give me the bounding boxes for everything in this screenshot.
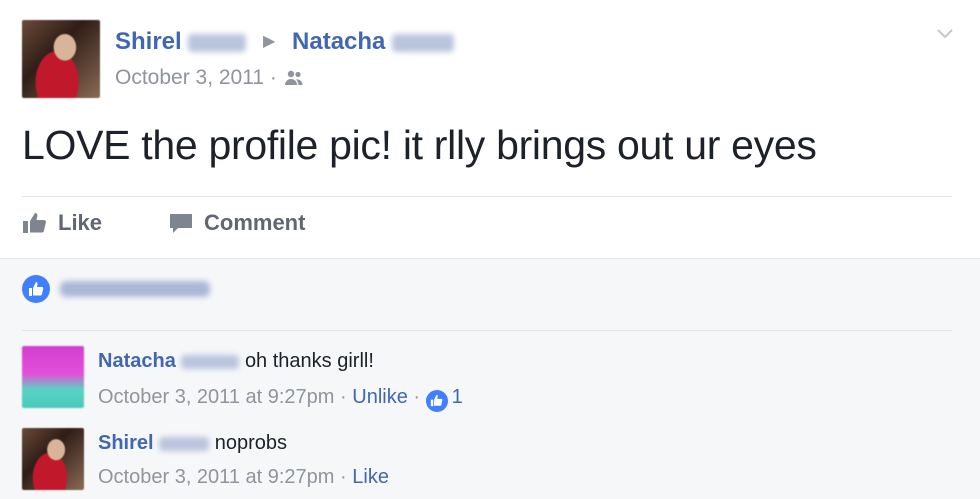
redacted-liker-name [60, 281, 210, 297]
comment-text: oh thanks girll! [244, 350, 374, 372]
author-avatar[interactable] [22, 20, 100, 98]
comment-label: Comment [204, 210, 306, 235]
target-first-name: Natacha [292, 28, 386, 55]
arrow-right-icon: ▶ [263, 33, 276, 50]
comment-body: Natacha oh thanks girll! [98, 350, 374, 373]
commenter-first-name: Shirel [98, 432, 154, 454]
commenter-name-link[interactable]: Shirel [98, 432, 215, 454]
redacted-surname [181, 354, 240, 369]
like-badge-icon [425, 389, 448, 412]
commenter-avatar[interactable] [22, 428, 84, 490]
comment-text: noprobs [214, 432, 287, 454]
unlike-link[interactable]: Unlike [352, 386, 408, 408]
like-badge-icon [22, 275, 50, 303]
comment-timestamp[interactable]: October 3, 2011 at 9:27pm [98, 466, 334, 488]
comment-button[interactable]: Comment [168, 210, 305, 236]
post-card: Shirel ▶ Natacha October 3, 2011 · LOVE … [0, 0, 980, 259]
redacted-surname [188, 33, 247, 52]
meta-separator: · [413, 386, 421, 408]
author-first-name: Shirel [115, 28, 182, 55]
chevron-down-icon[interactable] [934, 22, 956, 44]
divider [22, 330, 952, 331]
like-link[interactable]: Like [352, 466, 389, 488]
divider [22, 196, 952, 197]
comment-body: Shirel noprobs [98, 432, 287, 455]
commenter-name-link[interactable]: Natacha [98, 350, 245, 372]
author-name-link[interactable]: Shirel [115, 28, 253, 55]
meta-separator: · [340, 466, 347, 488]
commenter-avatar[interactable] [22, 346, 84, 408]
comment-meta: October 3, 2011 at 9:27pm · Unlike · 1 [98, 386, 463, 412]
friends-icon[interactable] [283, 69, 305, 93]
like-count: 1 [451, 386, 463, 408]
likes-summary[interactable] [22, 275, 210, 303]
thumbs-up-icon [23, 213, 46, 233]
redacted-surname [159, 436, 210, 451]
redacted-surname [392, 33, 455, 52]
commenter-first-name: Natacha [98, 350, 176, 372]
comment-meta: October 3, 2011 at 9:27pm · Like [98, 466, 389, 489]
target-name-link[interactable]: Natacha [292, 28, 455, 55]
post-header: Shirel ▶ Natacha [115, 28, 455, 56]
comment-timestamp[interactable]: October 3, 2011 at 9:27pm [98, 386, 334, 408]
meta-separator: · [269, 66, 277, 89]
like-label: Like [58, 210, 103, 235]
meta-separator: · [340, 386, 347, 408]
comment-like-count[interactable]: 1 [425, 386, 463, 412]
like-button[interactable]: Like [22, 210, 102, 236]
post-date[interactable]: October 3, 2011 [115, 66, 264, 89]
post-meta: October 3, 2011 · [115, 66, 305, 93]
comment-icon [170, 214, 192, 233]
post-text: LOVE the profile pic! it rlly brings out… [22, 122, 817, 168]
